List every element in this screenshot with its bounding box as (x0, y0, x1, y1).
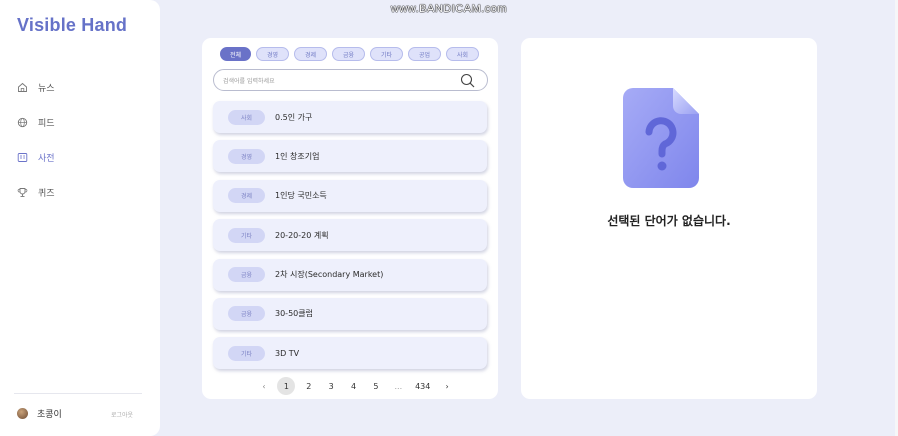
filter-chip-finance[interactable]: 금융 (332, 47, 365, 61)
page-button-4[interactable]: 4 (345, 377, 363, 395)
word-term: 1인당 국민소득 (275, 191, 327, 201)
category-tag: 기타 (228, 345, 265, 361)
sidebar-nav: 뉴스 피드 사전 퀴즈 (17, 70, 55, 210)
filter-chip-etc[interactable]: 기타 (370, 47, 403, 61)
word-list-panel: 전체 경영 경제 금융 기타 공업 사회 검색어를 입력하세요 사회 0.5인 … (202, 38, 498, 399)
word-list: 사회 0.5인 가구 경영 1인 창조기업 경제 1인당 국민소득 기타 20-… (213, 101, 487, 377)
page-button-5[interactable]: 5 (367, 377, 385, 395)
word-row[interactable]: 기타 3D TV (213, 337, 487, 370)
dictionary-icon (17, 152, 28, 163)
category-tag: 경영 (228, 148, 265, 164)
page-button-2[interactable]: 2 (300, 377, 318, 395)
user-name: 초콩이 (37, 410, 62, 420)
empty-state-message: 선택된 단어가 없습니다. (607, 214, 731, 228)
category-tag: 금융 (228, 267, 265, 283)
sidebar-item-label: 퀴즈 (38, 189, 55, 199)
word-row[interactable]: 사회 0.5인 가구 (213, 101, 487, 133)
category-tag: 기타 (228, 227, 265, 243)
word-row[interactable]: 금융 2차 시장(Secondary Market) (213, 258, 487, 291)
page-button-1[interactable]: 1 (277, 377, 296, 395)
sidebar-item-quiz[interactable]: 퀴즈 (17, 175, 55, 210)
sidebar-item-label: 뉴스 (38, 84, 55, 94)
word-row[interactable]: 금융 30-50클럽 (213, 297, 487, 330)
sidebar-item-label: 사전 (38, 154, 55, 164)
word-row[interactable]: 경영 1인 창조기업 (213, 140, 487, 173)
category-tag: 경제 (228, 188, 265, 204)
sidebar-item-news[interactable]: 뉴스 (17, 70, 55, 105)
sidebar-divider (14, 393, 142, 394)
filter-chip-all[interactable]: 전체 (220, 47, 251, 61)
page-button-last[interactable]: 434 (412, 377, 434, 395)
word-term: 30-50클럽 (275, 309, 313, 319)
page-button-3[interactable]: 3 (322, 377, 340, 395)
category-filters: 전체 경영 경제 금융 기타 공업 사회 (220, 47, 484, 61)
filter-chip-society[interactable]: 사회 (446, 47, 479, 61)
unknown-document-icon (621, 86, 703, 190)
word-term: 0.5인 가구 (275, 112, 313, 122)
filter-chip-industry[interactable]: 공업 (408, 47, 441, 61)
sidebar-item-label: 피드 (38, 119, 55, 129)
prev-page-button[interactable]: ‹ (255, 377, 273, 395)
pagination: ‹ 1 2 3 4 5 ... 434 › (255, 377, 461, 395)
globe-icon (17, 117, 28, 128)
logout-button[interactable]: 로그아웃 (111, 410, 133, 419)
word-term: 1인 창조기업 (275, 151, 320, 161)
word-detail-panel: 선택된 단어가 없습니다. (521, 38, 817, 399)
sidebar-item-dictionary[interactable]: 사전 (17, 140, 55, 175)
word-term: 3D TV (275, 348, 300, 358)
category-tag: 사회 (228, 109, 265, 125)
search-placeholder: 검색어를 입력하세요 (223, 78, 275, 85)
next-page-button[interactable]: › (438, 377, 456, 395)
user-profile[interactable]: 초콩이 (17, 407, 62, 420)
avatar (17, 408, 28, 419)
app-logo[interactable]: Visible Hand (17, 15, 127, 36)
sidebar-item-feed[interactable]: 피드 (17, 105, 55, 140)
search-input[interactable]: 검색어를 입력하세요 (213, 69, 488, 91)
trophy-icon (17, 187, 28, 198)
filter-chip-economy[interactable]: 경제 (294, 47, 327, 61)
word-row[interactable]: 기타 20-20-20 계획 (213, 219, 487, 252)
search-icon[interactable] (460, 73, 475, 88)
word-term: 20-20-20 계획 (275, 230, 329, 240)
category-tag: 금융 (228, 306, 265, 322)
word-row[interactable]: 경제 1인당 국민소득 (213, 179, 487, 212)
page-ellipsis: ... (394, 381, 403, 391)
sidebar: Visible Hand 뉴스 피드 사전 퀴즈 초콩이 로그아웃 (0, 0, 160, 436)
word-term: 2차 시장(Secondary Market) (275, 270, 384, 280)
filter-chip-management[interactable]: 경영 (256, 47, 289, 61)
home-icon (17, 82, 28, 93)
